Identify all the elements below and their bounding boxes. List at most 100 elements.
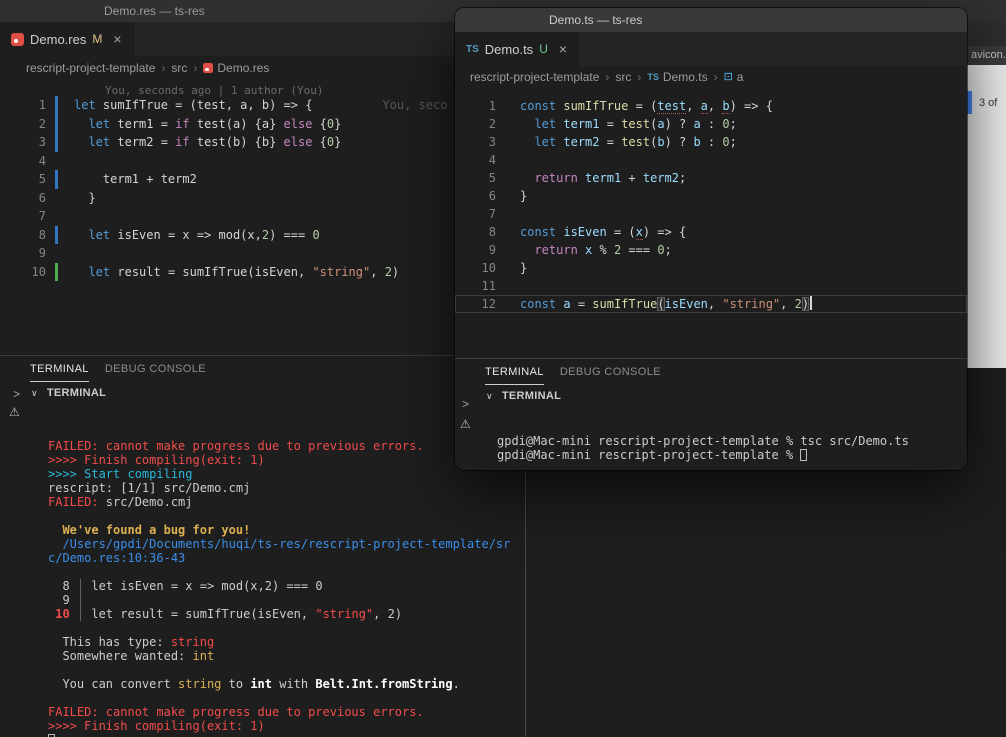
find-accent-bar — [967, 91, 972, 114]
terminal-line: FAILED: src/Demo.cmj — [48, 495, 1006, 509]
line-number: 5 — [455, 169, 496, 187]
panel-tab-debug-console[interactable]: DEBUG CONSOLE — [105, 356, 206, 382]
code-line-4[interactable]: 4 — [455, 151, 967, 169]
front-vscode-window: Demo.ts — ts-res TS Demo.ts U × rescript… — [455, 8, 967, 470]
git-gutter — [55, 244, 58, 263]
breadcrumb-item-src[interactable]: src — [171, 61, 187, 75]
warning-icon[interactable]: ⚠ — [460, 417, 471, 431]
close-icon[interactable]: × — [113, 32, 121, 46]
terminal-line: This has type: string — [48, 635, 1006, 649]
git-gutter — [55, 207, 58, 226]
terminal-section-label: TERMINAL — [502, 390, 561, 402]
line-number: 2 — [455, 115, 496, 133]
code-text: } — [520, 187, 527, 205]
front-code-editor[interactable]: 1const sumIfTrue = (test, a, b) => {2 le… — [455, 97, 967, 313]
code-text: let term1 = test(a) ? a : 0; — [520, 115, 737, 133]
chevron-right-icon[interactable]: > — [462, 397, 469, 411]
line-number: 10 — [455, 259, 496, 277]
background-app-content: 3 of — [967, 65, 1006, 368]
terminal-line — [48, 733, 1006, 737]
code-line-2[interactable]: 2 let term1 = test(a) ? a : 0; — [455, 115, 967, 133]
git-gutter — [55, 189, 58, 208]
code-line-10[interactable]: 10} — [455, 259, 967, 277]
typescript-file-icon: TS — [466, 44, 479, 55]
breadcrumb-item-rescript-project-template[interactable]: rescript-project-template — [26, 61, 155, 75]
line-number: 9 — [0, 244, 46, 263]
find-count: 3 of — [979, 97, 997, 109]
code-line-6[interactable]: 6} — [455, 187, 967, 205]
code-text: term1 + term2 — [74, 170, 197, 189]
front-panel: TERMINAL DEBUG CONSOLE ∨ TERMINAL > ⚠ gp… — [455, 358, 967, 470]
line-number: 10 — [0, 263, 46, 282]
code-text: const sumIfTrue = (test, a, b) => { — [520, 97, 773, 115]
breadcrumb-separator: › — [637, 70, 641, 84]
tab-demo-res[interactable]: Demo.res M × — [0, 22, 134, 56]
line-number: 4 — [0, 152, 46, 171]
res-icon — [203, 63, 213, 73]
code-text: return term1 + term2; — [520, 169, 686, 187]
terminal-line: /Users/gpdi/Documents/huqi/ts-res/rescri… — [48, 537, 1006, 551]
breadcrumb-separator: › — [161, 61, 165, 75]
code-line-3[interactable]: 3 let term2 = test(b) ? b : 0; — [455, 133, 967, 151]
line-number: 7 — [455, 205, 496, 223]
breadcrumb-separator: › — [193, 61, 197, 75]
code-text: let result = sumIfTrue(isEven, "string",… — [74, 263, 399, 282]
panel-tab-terminal[interactable]: TERMINAL — [30, 356, 89, 382]
code-line-9[interactable]: 9 return x % 2 === 0; — [455, 241, 967, 259]
terminal-line: gpdi@Mac-mini rescript-project-template … — [497, 448, 967, 462]
code-line-1[interactable]: 1const sumIfTrue = (test, a, b) => { — [455, 97, 967, 115]
code-text: let term1 = if test(a) {a} else {0} — [74, 115, 341, 134]
line-number: 2 — [0, 115, 46, 134]
front-window-titlebar[interactable]: Demo.ts — ts-res — [455, 8, 967, 32]
terminal-line — [48, 509, 1006, 523]
git-status-modified-badge: M — [92, 32, 102, 46]
breadcrumb-item-demo-res[interactable]: Demo.res — [203, 61, 269, 75]
git-status-untracked-badge: U — [539, 42, 548, 56]
line-number: 4 — [455, 151, 496, 169]
code-line-12[interactable]: 12 const a = sumIfTrue(isEven, "string", … — [455, 295, 967, 313]
line-number: 8 — [455, 223, 496, 241]
terminal-line: 10 │ let result = sumIfTrue(isEven, "str… — [48, 607, 1006, 621]
warning-icon[interactable]: ⚠ — [9, 405, 20, 419]
breadcrumb-separator: › — [714, 70, 718, 84]
terminal-line: FAILED: cannot make progress due to prev… — [48, 705, 1006, 719]
terminal-line: 8 │ let isEven = x => mod(x,2) === 0 — [48, 579, 1006, 593]
close-icon[interactable]: × — [559, 42, 567, 56]
breadcrumb-item-demo-ts[interactable]: TSDemo.ts — [647, 70, 707, 84]
line-number: 9 — [455, 241, 496, 259]
text-cursor — [810, 296, 812, 310]
terminal-line — [48, 663, 1006, 677]
chevron-right-icon[interactable]: > — [13, 387, 20, 401]
breadcrumb-item-src[interactable]: src — [615, 70, 631, 84]
terminal-cursor — [800, 449, 807, 461]
breadcrumb: rescript-project-template›src›TSDemo.ts›… — [470, 66, 743, 88]
front-terminal-output[interactable]: gpdi@Mac-mini rescript-project-template … — [455, 407, 967, 462]
tab-label: Demo.ts — [485, 42, 533, 57]
terminal-section-header[interactable]: ∨ TERMINAL — [455, 385, 967, 407]
line-number: 12 — [455, 295, 496, 313]
breadcrumb: rescript-project-template › src › Demo.res — [26, 56, 269, 80]
panel-tab-debug-console[interactable]: DEBUG CONSOLE — [560, 359, 661, 385]
line-number: 3 — [0, 133, 46, 152]
terminal-line — [48, 621, 1006, 635]
line-number: 6 — [0, 189, 46, 208]
code-line-7[interactable]: 7 — [455, 205, 967, 223]
panel-tab-terminal[interactable]: TERMINAL — [485, 359, 544, 385]
code-text: const a = sumIfTrue(isEven, "string", 2) — [520, 295, 812, 313]
code-text: let sumIfTrue = (test, a, b) => {You, se… — [74, 96, 447, 115]
terminal-line — [48, 565, 1006, 579]
code-line-5[interactable]: 5 return term1 + term2; — [455, 169, 967, 187]
git-gutter-modified — [55, 133, 58, 152]
tab-demo-ts[interactable]: TS Demo.ts U × — [455, 32, 579, 66]
background-browser-tab[interactable]: avicon. — [967, 46, 1006, 65]
git-gutter-modified — [55, 226, 58, 245]
code-text: const isEven = (x) => { — [520, 223, 686, 241]
breadcrumb-item-a[interactable]: ⊡a — [724, 70, 744, 84]
terminal-section-label: TERMINAL — [47, 387, 106, 399]
code-line-11[interactable]: 11 — [455, 277, 967, 295]
tab-label: Demo.res — [30, 32, 86, 47]
code-line-8[interactable]: 8 const isEven = (x) => { — [455, 223, 967, 241]
breadcrumb-item-rescript-project-template[interactable]: rescript-project-template — [470, 70, 599, 84]
git-gutter-added — [55, 263, 58, 282]
code-text: let term2 = test(b) ? b : 0; — [520, 133, 737, 151]
